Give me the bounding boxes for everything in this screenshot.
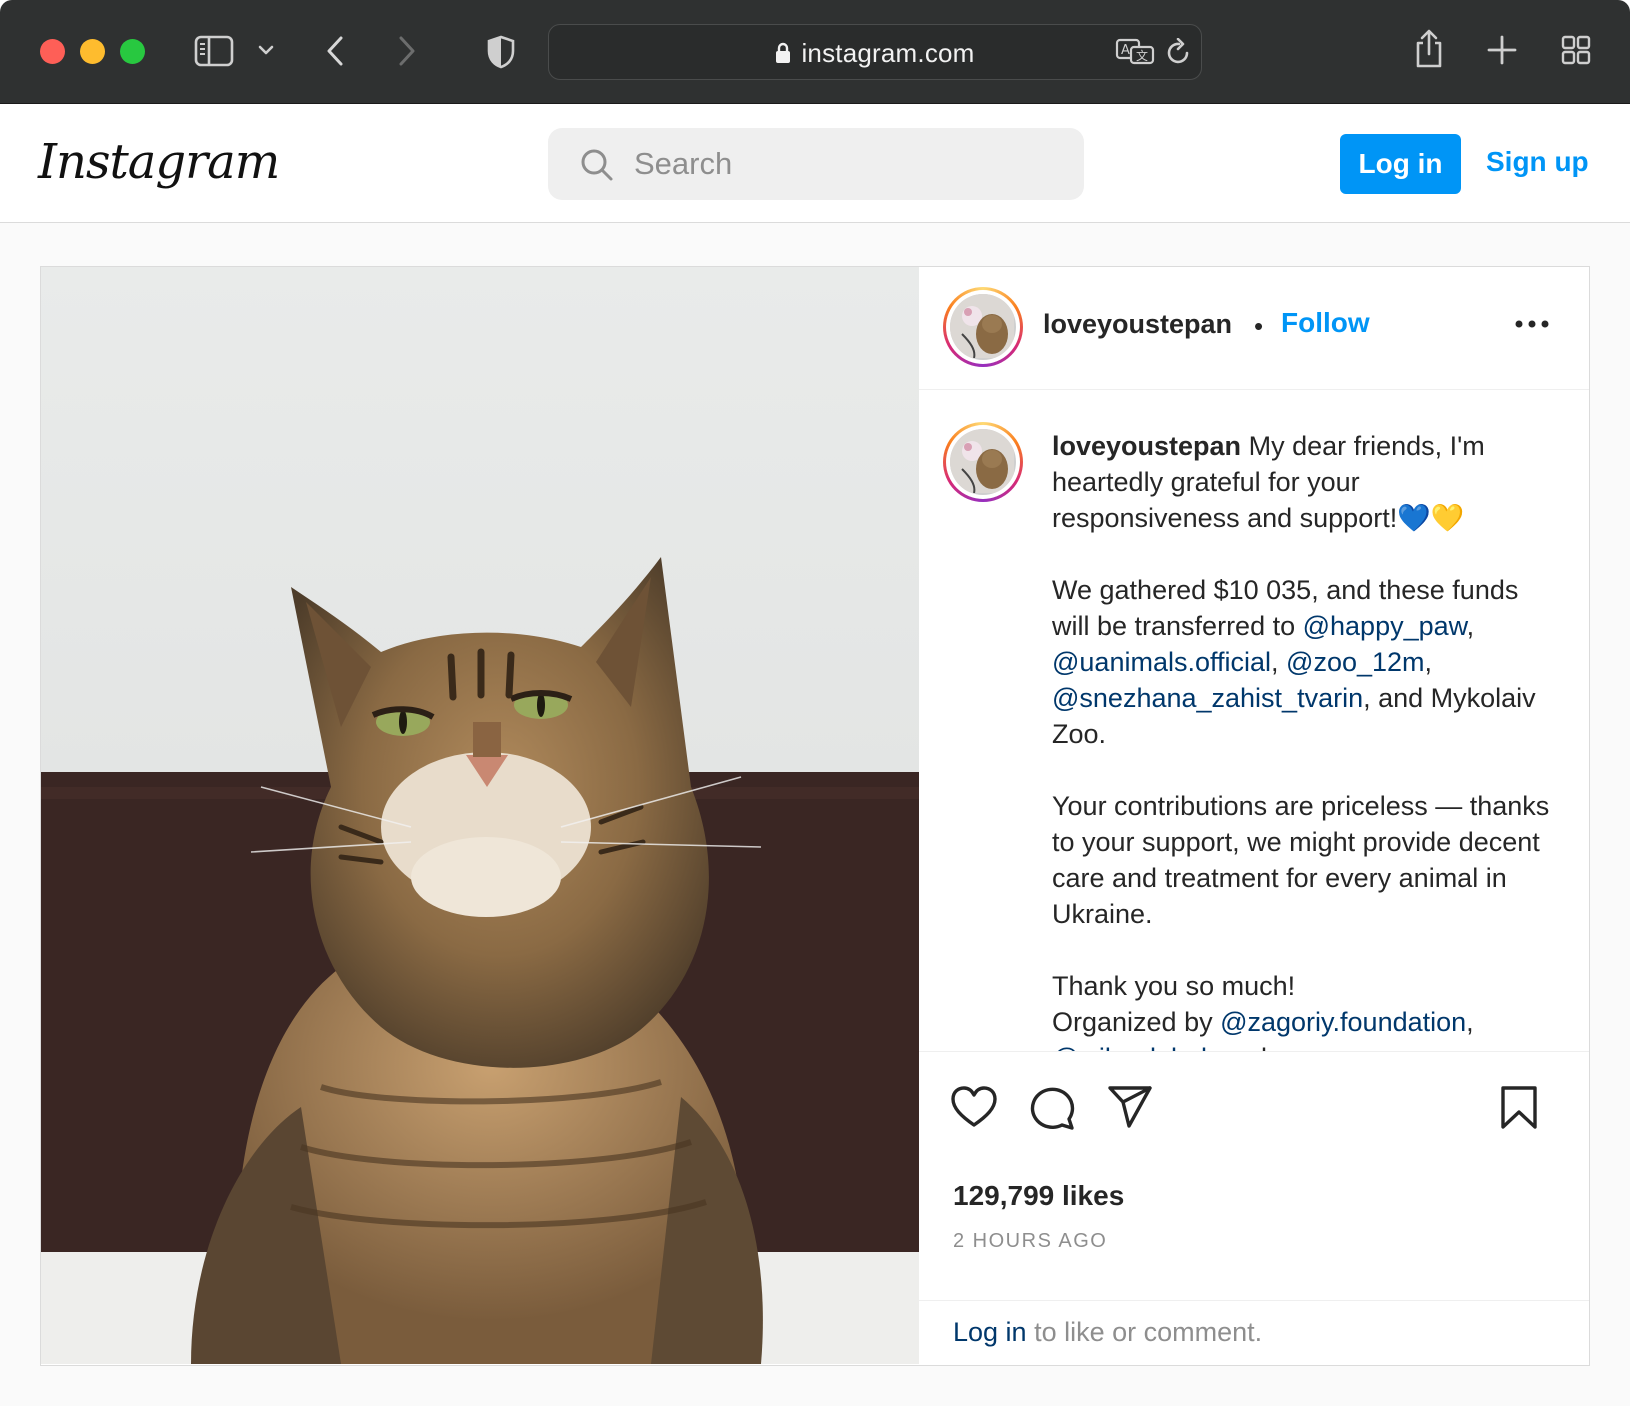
caption-text-4c: , and me (1207, 1043, 1312, 1051)
share-post-icon[interactable] (1107, 1086, 1153, 1133)
search-icon (580, 148, 614, 187)
caption-text-4b: Organized by (1052, 1007, 1221, 1037)
search-box[interactable] (548, 128, 1084, 200)
like-heart-icon[interactable] (951, 1086, 997, 1133)
mention-zoo-12m[interactable]: @zoo_12m (1286, 647, 1424, 677)
post-card: loveyoustepan • Follow loveyoustepan My … (40, 266, 1590, 1366)
post-header: loveyoustepan • Follow (919, 267, 1589, 390)
comment-prompt-text: Log in to like or comment. (953, 1317, 1262, 1348)
caption-area[interactable]: loveyoustepan My dear friends, I'm heart… (919, 391, 1589, 1051)
post-caption: loveyoustepan My dear friends, I'm heart… (1052, 428, 1552, 1051)
blue-heart-emoji: 💙 (1397, 503, 1431, 533)
svg-text:A: A (1121, 43, 1130, 58)
author-username[interactable]: loveyoustepan (1043, 309, 1232, 340)
address-bar[interactable]: instagram.com A文 (548, 24, 1202, 80)
browser-window: instagram.com A文 Instagram Log in (0, 0, 1630, 1406)
comment-icon[interactable] (1029, 1086, 1075, 1135)
caption-comma: , (1271, 647, 1287, 677)
mention-snezhana[interactable]: @snezhana_zahist_tvarin (1052, 683, 1363, 713)
svg-text:文: 文 (1136, 48, 1148, 63)
reload-icon[interactable] (1165, 37, 1193, 67)
caption-comma: , (1424, 647, 1433, 677)
caption-comma: , (1466, 1007, 1474, 1037)
forward-icon[interactable] (394, 34, 420, 68)
caption-paragraph-1: loveyoustepan My dear friends, I'm heart… (1052, 428, 1552, 536)
comment-prompt: Log in to like or comment. (919, 1300, 1589, 1364)
tab-overview-icon[interactable] (1560, 34, 1592, 66)
post-sidebar: loveyoustepan • Follow loveyoustepan My … (919, 267, 1589, 1364)
caption-paragraph-2: We gathered $10 035, and these funds wil… (1052, 572, 1552, 752)
caption-paragraph-4: Thank you so much! Organized by @zagoriy… (1052, 968, 1552, 1051)
comment-login-link[interactable]: Log in (953, 1317, 1027, 1347)
url-display[interactable]: instagram.com (549, 38, 1201, 71)
shield-icon[interactable] (486, 34, 516, 70)
caption-comma: , (1466, 611, 1475, 641)
likes-count[interactable]: 129,799 likes (953, 1180, 1124, 1212)
mention-wibaglobal[interactable]: @wibaglobal (1052, 1043, 1207, 1051)
follow-button[interactable]: Follow (1281, 307, 1370, 339)
share-icon[interactable] (1412, 28, 1446, 70)
comment-prompt-rest: to like or comment. (1026, 1317, 1263, 1347)
mention-zagoriy[interactable]: @zagoriy.foundation (1220, 1007, 1466, 1037)
sidebar-icon[interactable] (194, 34, 234, 68)
caption-paragraph-3: Your contributions are priceless — thank… (1052, 791, 1550, 929)
more-options-icon[interactable] (1515, 315, 1549, 333)
translate-icon[interactable]: A文 (1115, 37, 1155, 67)
caption-author[interactable]: loveyoustepan (1052, 431, 1241, 461)
bookmark-icon[interactable] (1499, 1086, 1539, 1135)
url-text: instagram.com (801, 38, 975, 68)
author-avatar[interactable] (943, 287, 1023, 367)
mention-happy-paw[interactable]: @happy_paw (1303, 611, 1467, 641)
caption-text-4a: Thank you so much! (1052, 971, 1296, 1001)
post-time[interactable]: 2 HOURS AGO (953, 1230, 1107, 1253)
instagram-header: Instagram Log in Sign up (0, 104, 1630, 223)
post-image[interactable] (41, 267, 919, 1364)
separator-dot: • (1254, 311, 1264, 341)
new-tab-icon[interactable] (1486, 34, 1518, 66)
minimize-window-button[interactable] (80, 39, 105, 64)
post-actions: 129,799 likes 2 HOURS AGO (919, 1051, 1589, 1271)
browser-toolbar: instagram.com A文 (0, 0, 1630, 104)
search-input[interactable] (634, 142, 1054, 186)
cat-photo (41, 267, 919, 1364)
chevron-down-icon[interactable] (256, 40, 276, 60)
yellow-heart-emoji: 💛 (1430, 503, 1465, 533)
caption-avatar[interactable] (943, 422, 1023, 502)
zoom-window-button[interactable] (120, 39, 145, 64)
back-icon[interactable] (322, 34, 348, 68)
instagram-logo[interactable]: Instagram (38, 134, 280, 190)
lock-icon (775, 40, 791, 71)
mention-uanimals[interactable]: @uanimals.official (1052, 647, 1271, 677)
login-button[interactable]: Log in (1340, 134, 1461, 194)
signup-link[interactable]: Sign up (1486, 146, 1589, 178)
close-window-button[interactable] (40, 39, 65, 64)
